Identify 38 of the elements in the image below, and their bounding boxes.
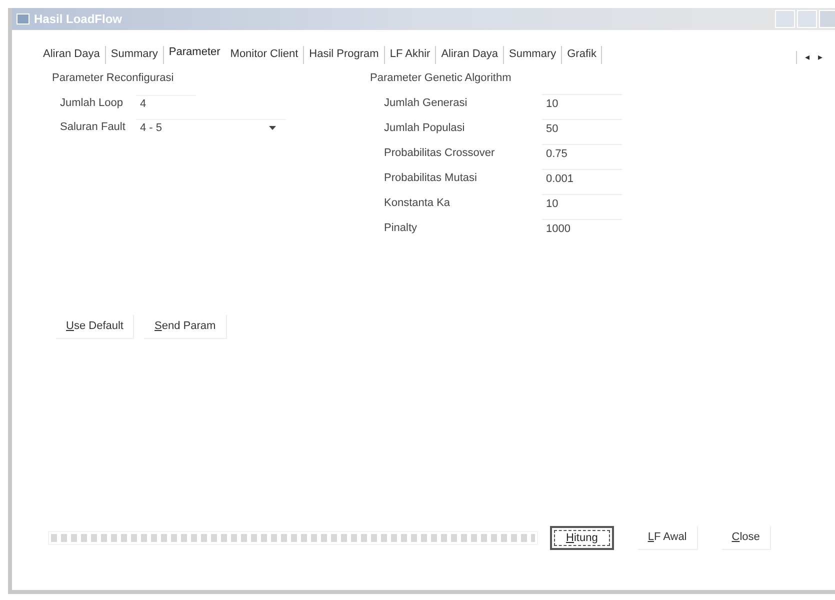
maximize-button[interactable]	[797, 10, 817, 28]
close-button[interactable]	[819, 10, 835, 28]
button[interactable]: LF Awal	[638, 526, 698, 550]
button[interactable]: Close	[722, 526, 771, 550]
field-label: Konstanta Ka	[384, 196, 452, 211]
tab-scroll-button[interactable]: ◂	[805, 50, 810, 64]
tab[interactable]: Aliran Daya	[38, 46, 106, 64]
caret-icon	[269, 126, 276, 130]
tab[interactable]: Monitor Client	[225, 46, 304, 64]
field-label: Probabilitas Mutasi	[384, 170, 478, 186]
field-label: Jumlah Loop	[60, 96, 124, 112]
button[interactable]: Hitung	[550, 526, 614, 550]
field-label: Pinalty	[384, 220, 418, 236]
button[interactable]: Use Default	[56, 314, 134, 338]
input-field[interactable]: 50	[542, 118, 622, 138]
field-label: Saluran Fault	[60, 120, 126, 136]
tab[interactable]: LF Akhir	[384, 46, 436, 64]
section-title: Parameter Reconfigurasi	[52, 71, 175, 86]
input-field[interactable]: 4	[136, 94, 196, 112]
minimize-button[interactable]	[775, 10, 795, 28]
tab[interactable]: Summary	[504, 46, 562, 64]
input-field[interactable]: 1000	[542, 218, 622, 238]
window-title: Hasil LoadFlow	[34, 11, 122, 28]
field-label: Probabilitas Crossover	[384, 146, 496, 161]
input-field[interactable]: 0.75	[542, 144, 622, 162]
tab[interactable]: Aliran Daya	[436, 46, 504, 64]
dropdown[interactable]: 4 - 5	[136, 118, 286, 136]
input-field[interactable]: 10	[542, 94, 622, 112]
field-label: Jumlah Populasi	[384, 120, 466, 136]
tab[interactable]: Grafik	[562, 46, 602, 64]
button[interactable]: Send Param	[144, 314, 227, 338]
app-icon	[16, 12, 30, 26]
tab-scroll-button[interactable]: ▸	[818, 50, 823, 64]
field-label: Jumlah Generasi	[384, 96, 468, 111]
section-title: Parameter Genetic Algorithm	[370, 71, 512, 86]
tab[interactable]: Hasil Program	[304, 46, 385, 64]
input-field[interactable]: 10	[542, 194, 622, 212]
input-field[interactable]: 0.001	[542, 168, 622, 188]
